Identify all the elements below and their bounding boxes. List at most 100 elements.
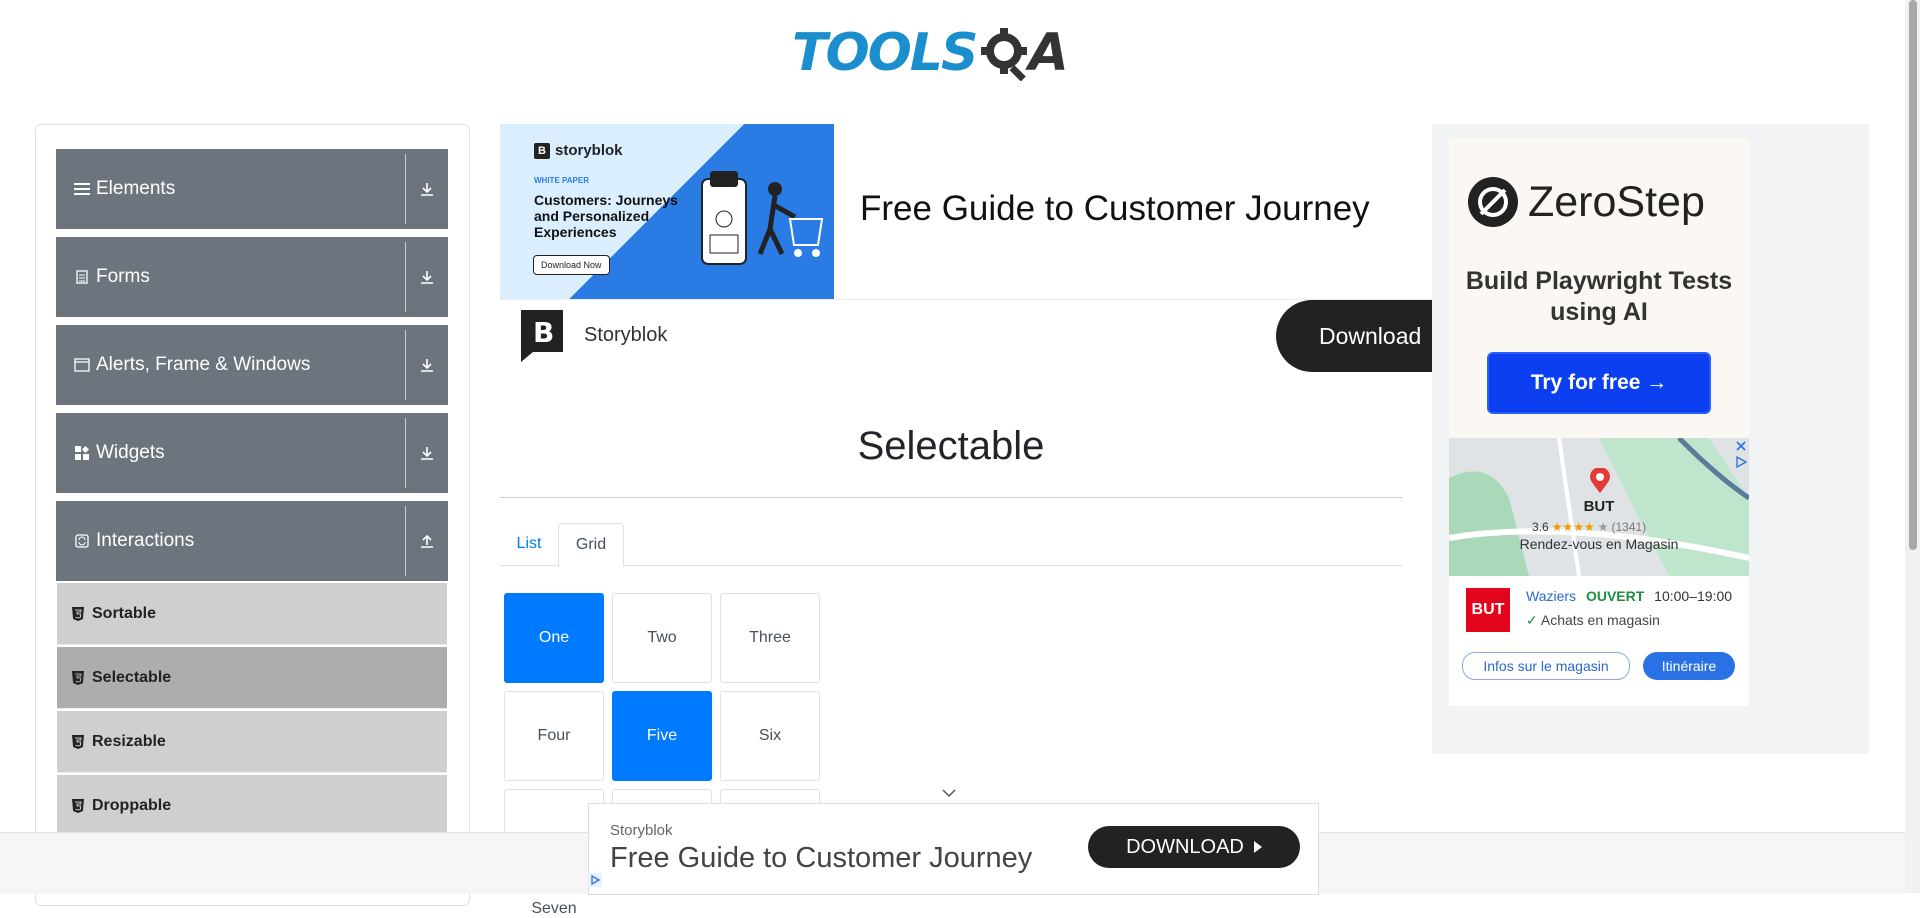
store-feature: Achats en magasin — [1540, 612, 1660, 628]
store-status: OUVERT — [1585, 588, 1645, 604]
map-place-name: BUT — [1583, 498, 1615, 515]
sidebar-group-widgets[interactable]: Widgets — [56, 413, 448, 493]
ad-image[interactable]: Bstoryblok WHITE PAPER Customers: Journe… — [500, 124, 834, 299]
sidebar-item-label: Resizable — [92, 732, 166, 750]
page-title: Selectable — [857, 424, 1045, 468]
sidebar-item-selectable[interactable]: Selectable — [57, 647, 447, 709]
upload-arrow-icon — [406, 533, 448, 549]
zerostep-logo: ZeroStep — [1467, 176, 1705, 228]
bottom-ad[interactable]: Storyblok Free Guide to Customer Journey… — [588, 803, 1319, 895]
store-city: Waziers — [1526, 588, 1577, 604]
sidebar-group-alerts[interactable]: Alerts, Frame & Windows — [56, 325, 448, 405]
document-icon — [73, 268, 91, 286]
star-rating-icon: ★★★★ — [1551, 520, 1595, 534]
zerostep-icon — [1468, 177, 1518, 227]
adchoices-icon[interactable] — [588, 873, 602, 887]
toolsqa-logo[interactable]: TOOLS A — [792, 16, 1069, 90]
close-icon[interactable] — [1735, 440, 1747, 452]
logo-text-tools: TOOLS — [792, 23, 978, 83]
menu-icon — [73, 180, 91, 198]
sidebar-group-forms[interactable]: Forms — [56, 237, 448, 317]
sidebar-item-label: Selectable — [92, 668, 172, 686]
grid-item-four[interactable]: Four — [504, 691, 604, 781]
adchoices-icon[interactable] — [1735, 456, 1747, 468]
window-icon — [73, 356, 91, 374]
map-pin-icon — [1590, 468, 1610, 493]
bottom-ad-brand: Storyblok — [610, 822, 673, 839]
bottom-ad-headline: Free Guide to Customer Journey — [610, 842, 1033, 874]
sidebar-item-label: Sortable — [92, 604, 157, 622]
sidebar-group-label: Forms — [96, 266, 150, 287]
ad-download-button[interactable]: Download — [1276, 300, 1456, 372]
shopping-illustration-icon — [701, 171, 824, 265]
svg-text:B: B — [533, 316, 554, 349]
top-ad-banner[interactable]: Bstoryblok WHITE PAPER Customers: Journe… — [500, 124, 1432, 300]
download-arrow-icon — [406, 181, 448, 197]
map-review-count: (1341) — [1611, 520, 1647, 534]
map-caption: Rendez-vous en Magasin — [1519, 536, 1679, 552]
html5-icon — [72, 670, 86, 685]
grid-item-two[interactable]: Two — [612, 593, 712, 683]
logo-text-a: A — [1028, 23, 1069, 83]
grid-item-six[interactable]: Six — [720, 691, 820, 781]
zerostep-brand: ZeroStep — [1528, 177, 1705, 226]
sidebar-group-label: Widgets — [96, 442, 165, 463]
grid-item-three[interactable]: Three — [720, 593, 820, 683]
divider — [500, 497, 1402, 498]
sidebar-item-resizable[interactable]: Resizable — [57, 711, 447, 773]
storyblok-logo-icon: B — [521, 310, 563, 362]
sidebar-group-label: Interactions — [96, 530, 195, 551]
ad-image-whitepaper-label: WHITE PAPER — [534, 176, 589, 185]
scrollbar-thumb[interactable] — [1909, 0, 1917, 550]
grid-item-one[interactable]: One — [504, 593, 604, 683]
bottom-ad-download-label: DOWNLOAD — [1126, 835, 1244, 858]
sidebar-group-label: Elements — [96, 178, 176, 199]
sidebar-group-label: Alerts, Frame & Windows — [96, 354, 311, 375]
map-rating: 3.6 ★★★★ ★ (1341) — [1532, 520, 1646, 534]
download-arrow-icon — [406, 269, 448, 285]
grid-item-five[interactable]: Five — [612, 691, 712, 781]
tab-list[interactable]: List — [500, 523, 558, 565]
zerostep-tagline: Build Playwright Tests using AI — [1465, 267, 1733, 326]
right-ad[interactable]: ZeroStep Build Playwright Tests using AI… — [1432, 124, 1869, 754]
store-info[interactable]: BUT Waziers OUVERT 10:00–19:00 ✓ Achats … — [1449, 576, 1749, 706]
download-arrow-icon — [406, 445, 448, 461]
star-empty-icon: ★ — [1597, 520, 1609, 534]
ad-image-brand: Bstoryblok — [534, 142, 623, 159]
sidebar-group-elements[interactable]: Elements — [56, 149, 448, 229]
store-status-row: Waziers OUVERT 10:00–19:00 — [1526, 588, 1732, 604]
sidebar: Elements Forms Alerts, Frame & Windows W… — [35, 124, 470, 906]
play-arrow-icon — [1253, 841, 1262, 853]
map-rating-value: 3.6 — [1532, 520, 1549, 534]
refresh-icon — [73, 532, 91, 550]
grid-item-label: Seven — [531, 900, 577, 917]
store-feature-row: ✓ Achats en magasin — [1526, 612, 1660, 629]
ad-brand-row[interactable]: B Storyblok Download — [500, 300, 1456, 372]
ad-image-headline: Customers: Journeys and Personalized Exp… — [534, 192, 678, 240]
store-info-button[interactable]: Infos sur le magasin — [1462, 652, 1630, 680]
sidebar-item-sortable[interactable]: Sortable — [57, 583, 447, 645]
sidebar-group-interactions[interactable]: Interactions — [56, 501, 448, 581]
download-arrow-icon — [406, 357, 448, 373]
try-for-free-button[interactable]: Try for free → — [1489, 354, 1709, 412]
grid-icon — [73, 444, 91, 462]
sidebar-item-label: Droppable — [92, 796, 172, 814]
html5-icon — [72, 798, 86, 813]
store-map[interactable]: BUT 3.6 ★★★★ ★ (1341) Rendez-vous en Maga… — [1449, 438, 1749, 576]
ad-image-download-button[interactable]: Download Now — [533, 255, 610, 275]
directions-button[interactable]: Itinéraire — [1643, 652, 1735, 680]
ad-headline[interactable]: Free Guide to Customer Journey — [860, 189, 1370, 229]
gear-search-icon — [981, 28, 1028, 81]
bottom-ad-download-button[interactable]: DOWNLOAD — [1088, 826, 1300, 868]
html5-icon — [72, 734, 86, 749]
tab-bar: List Grid — [500, 523, 1402, 567]
ad-brand-name: Storyblok — [584, 324, 668, 346]
storyblok-logo-icon: B — [534, 142, 550, 159]
zerostep-ad-card[interactable]: ZeroStep Build Playwright Tests using AI… — [1449, 138, 1749, 706]
store-logo: BUT — [1466, 588, 1510, 632]
tab-grid[interactable]: Grid — [558, 523, 624, 567]
sidebar-item-droppable[interactable]: Droppable — [57, 775, 447, 837]
chevron-down-icon[interactable] — [942, 788, 956, 798]
zerostep-ad-top: ZeroStep Build Playwright Tests using AI… — [1449, 138, 1749, 438]
store-hours: 10:00–19:00 — [1654, 588, 1733, 604]
